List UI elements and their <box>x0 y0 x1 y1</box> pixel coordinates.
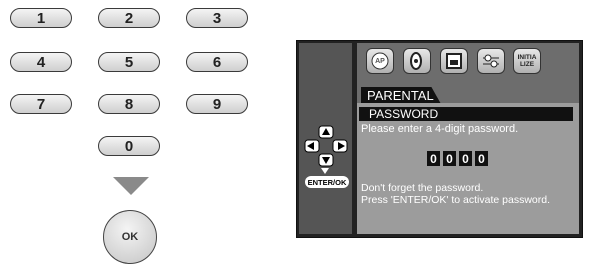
key-3[interactable]: 3 <box>186 8 248 28</box>
down-arrow-icon <box>113 177 149 195</box>
key-4[interactable]: 4 <box>10 52 72 72</box>
key-5[interactable]: 5 <box>98 52 160 72</box>
key-2[interactable]: 2 <box>98 8 160 28</box>
ok-button[interactable]: OK <box>103 210 157 264</box>
password-digit: 0 <box>443 151 456 166</box>
password-note: Don't forget the password. Press 'ENTER/… <box>361 182 550 206</box>
key-7[interactable]: 7 <box>10 94 72 114</box>
initialize-icon[interactable]: INITIA LIZE <box>513 48 541 74</box>
key-1[interactable]: 1 <box>10 8 72 28</box>
key-6[interactable]: 6 <box>186 52 248 72</box>
lock-icon[interactable] <box>440 48 468 74</box>
password-title: PASSWORD <box>359 107 573 121</box>
disc-icon[interactable] <box>403 48 431 74</box>
speaker-ap-icon[interactable]: AP <box>366 48 394 74</box>
key-0[interactable]: 0 <box>98 136 160 156</box>
note-line-2: Press 'ENTER/OK' to activate password. <box>361 194 550 206</box>
enter-ok-label: ENTER/OK <box>305 176 349 188</box>
password-prompt: Please enter a 4-digit password. <box>361 123 519 135</box>
password-digit: 0 <box>427 151 440 166</box>
password-digit: 0 <box>459 151 472 166</box>
key-9[interactable]: 9 <box>186 94 248 114</box>
note-line-1: Don't forget the password. <box>361 182 484 194</box>
initialize-icon-text: INITIA LIZE <box>517 54 537 68</box>
key-8[interactable]: 8 <box>98 94 160 114</box>
speaker-ap-icon-text: AP <box>375 57 385 65</box>
navigation-pad-icon <box>304 125 348 167</box>
settings-sliders-icon[interactable] <box>477 48 505 74</box>
small-down-arrow-icon <box>321 168 329 174</box>
password-field[interactable]: 0 0 0 0 <box>427 151 488 166</box>
tab-parental[interactable]: PARENTAL <box>361 87 441 104</box>
password-digit: 0 <box>475 151 488 166</box>
